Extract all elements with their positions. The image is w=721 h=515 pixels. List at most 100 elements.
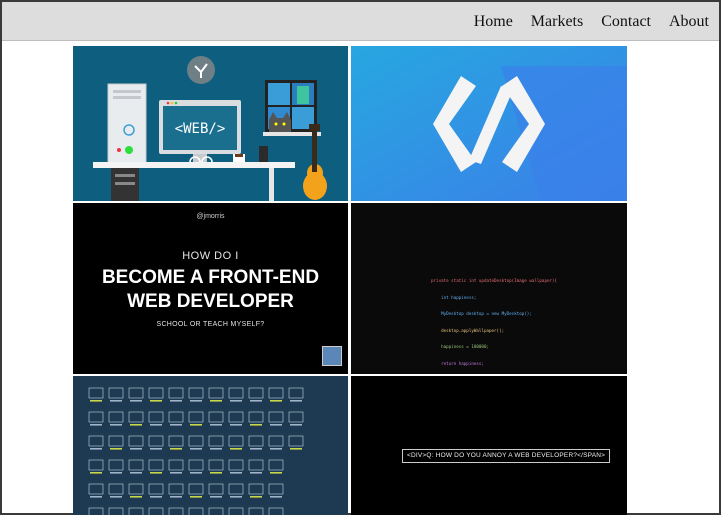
wireframe-thumb	[148, 459, 164, 471]
wireframe-diagram	[88, 387, 304, 515]
wireframe-label	[170, 496, 182, 498]
wireframe-label	[230, 400, 242, 402]
wireframe-thumb	[148, 483, 164, 495]
wireframe-label	[290, 400, 302, 402]
wireframe-thumb	[108, 507, 124, 515]
wireframe-thumb	[208, 483, 224, 495]
wireframe-label	[250, 448, 262, 450]
wireframe-label	[190, 496, 202, 498]
wireframe-label	[230, 472, 242, 474]
wireframe-thumb	[148, 411, 164, 423]
wireframe-label	[150, 400, 162, 402]
wireframe-thumb	[188, 483, 204, 495]
wireframe-thumb	[128, 483, 144, 495]
wireframe-thumb	[268, 387, 284, 399]
slide-pretitle: HOW DO I	[182, 250, 239, 262]
logo-icon	[187, 56, 215, 84]
wireframe-thumb	[228, 387, 244, 399]
wireframe-label	[250, 400, 262, 402]
tile-joke[interactable]: <DIV>Q: HOW DO YOU ANNOY A WEB DEVELOPER…	[351, 376, 627, 515]
wireframe-thumb	[148, 387, 164, 399]
wireframe-label	[110, 424, 122, 426]
wireframe-thumb	[188, 411, 204, 423]
image-grid: <WEB/> @jmorris HOW DO I BECOME A FRONT-…	[73, 46, 627, 515]
tile-code-icon[interactable]	[351, 46, 627, 201]
wireframe-thumb	[248, 459, 264, 471]
nav-link-home[interactable]: Home	[474, 12, 513, 32]
wireframe-label	[210, 472, 222, 474]
wireframe-label	[230, 424, 242, 426]
wireframe-thumb	[108, 411, 124, 423]
wireframe-thumb	[228, 435, 244, 447]
wireframe-thumb	[268, 411, 284, 423]
wireframe-label	[250, 472, 262, 474]
wireframe-label	[130, 472, 142, 474]
wireframe-label	[270, 448, 282, 450]
wireframe-thumb	[208, 459, 224, 471]
wireframe-label	[230, 496, 242, 498]
wireframe-label	[270, 400, 282, 402]
wireframe-thumb	[248, 387, 264, 399]
tile-web-desk[interactable]: <WEB/>	[73, 46, 348, 201]
wireframe-label	[150, 472, 162, 474]
joke-text: <DIV>Q: HOW DO YOU ANNOY A WEB DEVELOPER…	[402, 449, 611, 463]
wireframe-thumb	[248, 507, 264, 515]
nav-link-contact[interactable]: Contact	[601, 12, 651, 32]
wireframe-thumb	[248, 411, 264, 423]
wireframe-thumb	[208, 411, 224, 423]
wireframe-thumb	[188, 507, 204, 515]
code-line: MyDesktop desktop = new MyDesktop();	[431, 311, 532, 316]
wireframe-label	[270, 472, 282, 474]
wireframe-thumb	[208, 387, 224, 399]
nav-link-about[interactable]: About	[669, 12, 709, 32]
wireframe-thumb	[88, 387, 104, 399]
slide-title-line1: BECOME A FRONT-END	[101, 267, 320, 288]
wireframe-label	[150, 424, 162, 426]
tile-code-screen[interactable]: private static int updateDesktop(Image w…	[351, 203, 627, 374]
wireframe-thumb	[88, 507, 104, 515]
wireframe-thumb	[128, 507, 144, 515]
wireframe-label	[110, 472, 122, 474]
wireframe-label	[110, 496, 122, 498]
nav-links: Home Markets Contact About	[456, 12, 709, 32]
wireframe-thumb	[188, 435, 204, 447]
code-brackets-icon	[351, 46, 627, 201]
wireframe-thumb	[228, 483, 244, 495]
wireframe-thumb	[268, 459, 284, 471]
wireframe-thumb	[128, 459, 144, 471]
wireframe-label	[290, 448, 302, 450]
wireframe-thumb	[188, 387, 204, 399]
wireframe-label	[190, 472, 202, 474]
wireframe-thumb	[108, 459, 124, 471]
code-line: private static int updateDesktop(Image w…	[431, 278, 558, 283]
wireframe-thumb	[128, 435, 144, 447]
wireframe-label	[130, 496, 142, 498]
wireframe-thumb	[228, 507, 244, 515]
wireframe-thumb	[128, 411, 144, 423]
wireframe-label	[130, 424, 142, 426]
wireframe-label	[90, 448, 102, 450]
wireframe-label	[90, 472, 102, 474]
tile-slide[interactable]: @jmorris HOW DO I BECOME A FRONT-END WEB…	[73, 203, 348, 374]
svg-text:<WEB/>: <WEB/>	[175, 121, 226, 137]
wireframe-label	[170, 472, 182, 474]
tile-wireframes[interactable]	[73, 376, 348, 515]
wireframe-thumb	[128, 387, 144, 399]
wireframe-label	[190, 424, 202, 426]
code-line: happiness = 100000;	[431, 344, 489, 349]
wireframe-thumb	[168, 387, 184, 399]
wireframe-thumb	[248, 435, 264, 447]
wireframe-label	[110, 448, 122, 450]
code-line: desktop.applyWallpaper();	[431, 327, 505, 333]
wireframe-thumb	[228, 459, 244, 471]
wireframe-label	[270, 424, 282, 426]
wireframe-thumb	[208, 507, 224, 515]
wireframe-thumb	[88, 435, 104, 447]
wireframe-label	[250, 424, 262, 426]
wireframe-thumb	[148, 507, 164, 515]
wireframe-label	[150, 496, 162, 498]
nav-link-markets[interactable]: Markets	[531, 12, 583, 32]
wireframe-thumb	[108, 387, 124, 399]
wireframe-label	[90, 400, 102, 402]
code-line: return happiness;	[431, 360, 484, 366]
